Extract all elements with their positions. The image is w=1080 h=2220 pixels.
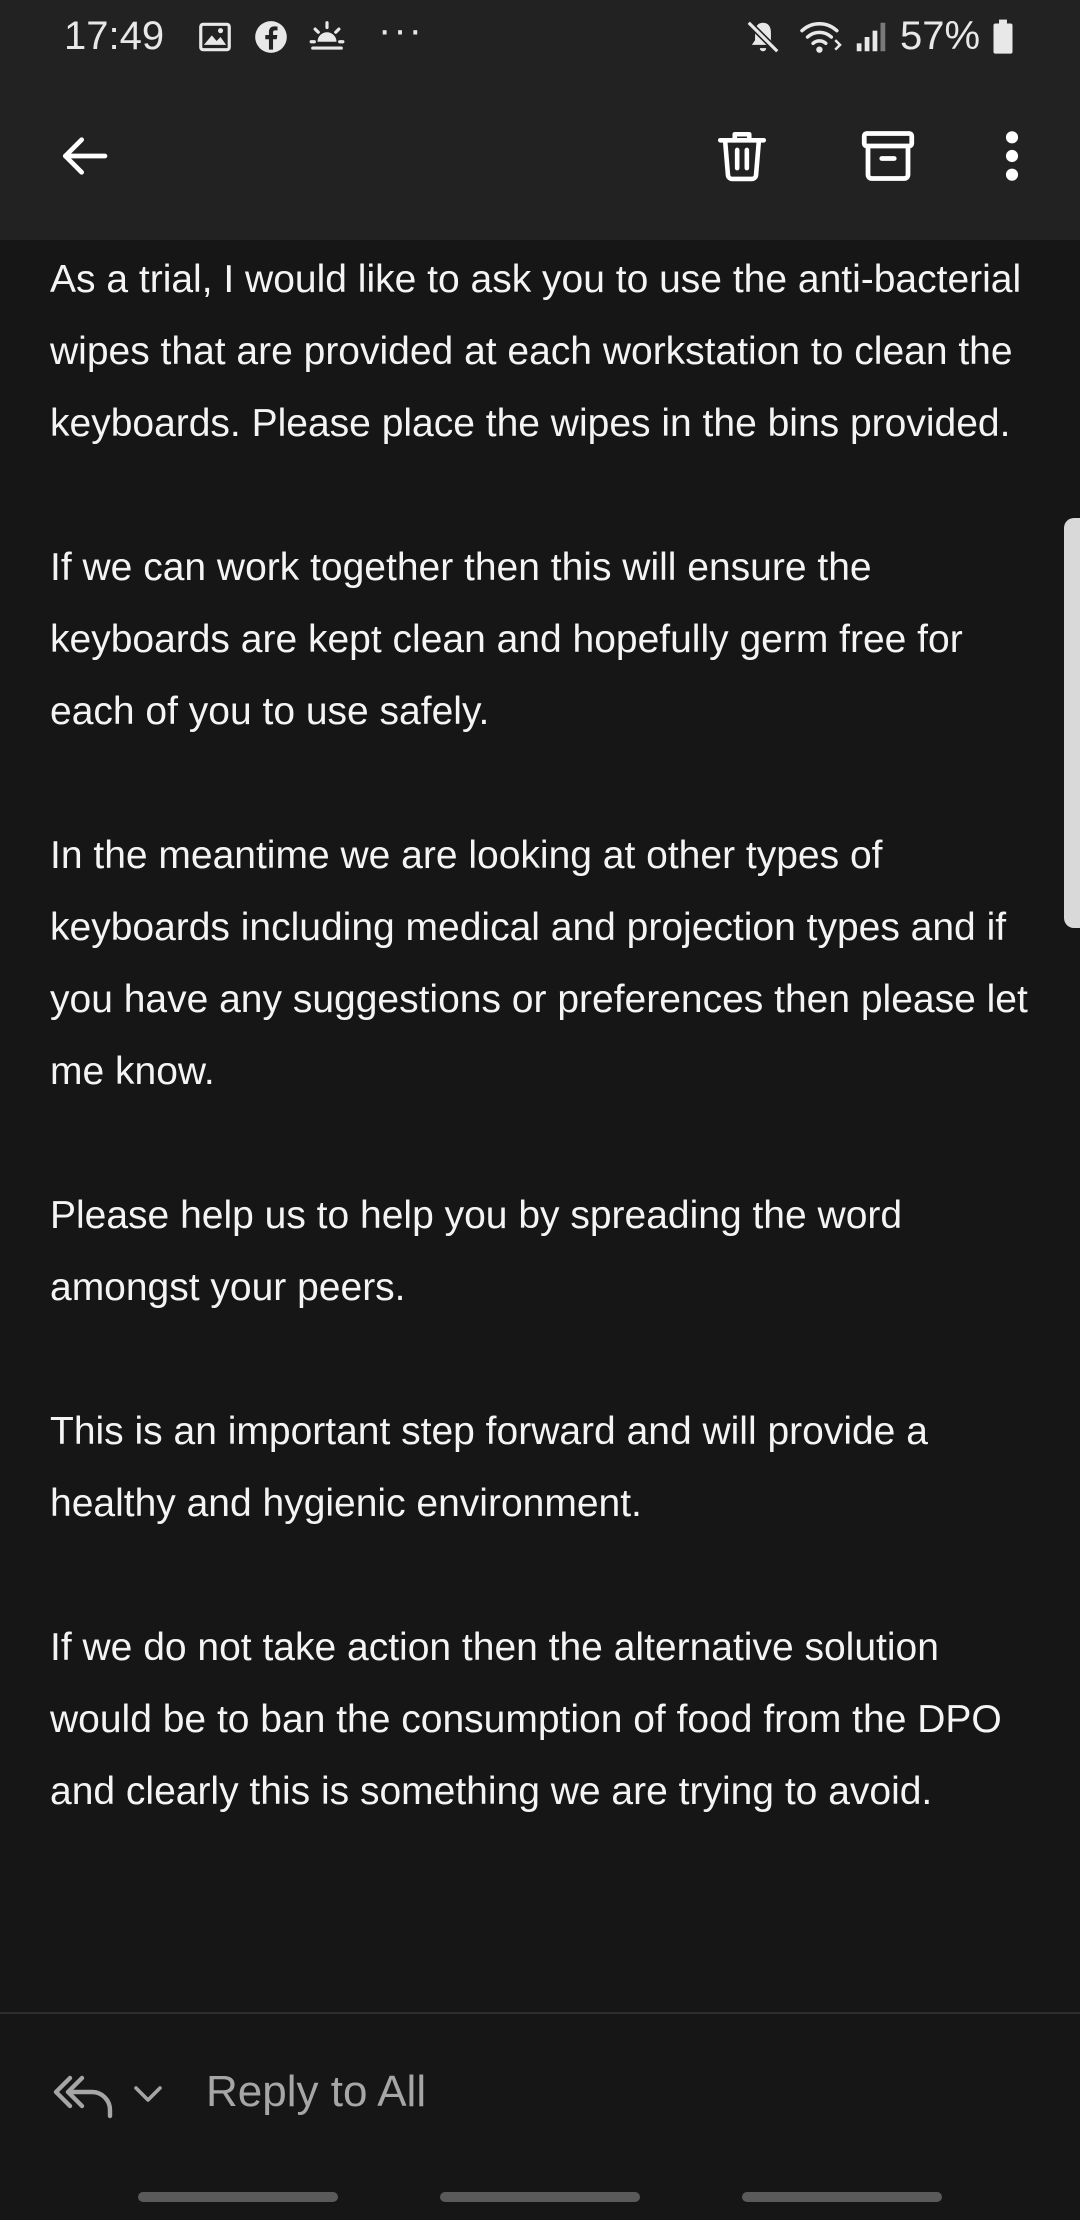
email-body: As a trial, I would like to ask you to u… xyxy=(50,244,1040,1900)
nav-recents-button[interactable] xyxy=(138,2192,338,2202)
more-options-button[interactable] xyxy=(967,110,1057,202)
battery-percent: 57% xyxy=(900,14,981,58)
email-paragraph: As a trial, I would like to ask you to u… xyxy=(50,258,1022,445)
more-vertical-icon xyxy=(1005,131,1019,181)
nav-home-button[interactable] xyxy=(440,2192,640,2202)
reply-all-icon[interactable] xyxy=(52,2070,116,2122)
reply-to-all-button[interactable]: Reply to All xyxy=(206,2064,426,2120)
back-arrow-icon xyxy=(62,137,108,175)
email-paragraph: This is an important step forward and wi… xyxy=(50,1410,928,1525)
reply-bar: Reply to All xyxy=(0,2012,1080,2179)
status-bar: 17:49 ··· 57% xyxy=(0,0,1080,72)
delete-button[interactable] xyxy=(696,110,788,202)
scrollbar-thumb[interactable] xyxy=(1064,518,1080,928)
navigation-bar xyxy=(0,2178,1080,2220)
more-notifications-indicator: ··· xyxy=(378,8,424,52)
gallery-icon xyxy=(196,18,234,56)
chevron-down-icon[interactable] xyxy=(130,2076,166,2112)
email-paragraph: If we do not take action then the altern… xyxy=(50,1626,1002,1813)
email-content[interactable]: As a trial, I would like to ask you to u… xyxy=(0,240,1080,2010)
facebook-icon xyxy=(252,18,290,56)
battery-icon xyxy=(990,18,1016,56)
trash-icon xyxy=(717,131,767,182)
email-paragraph: Please help us to help you by spreading … xyxy=(50,1194,903,1309)
back-button[interactable] xyxy=(38,110,130,202)
wifi-icon xyxy=(798,18,844,56)
archive-button[interactable] xyxy=(842,110,934,202)
mute-icon xyxy=(744,18,782,56)
archive-icon xyxy=(861,131,915,181)
email-paragraph: If we can work together then this will e… xyxy=(50,546,963,733)
email-toolbar xyxy=(0,72,1080,240)
nav-back-button[interactable] xyxy=(742,2192,942,2202)
weather-icon xyxy=(308,18,346,56)
email-paragraph: In the meantime we are looking at other … xyxy=(50,834,1028,1093)
status-time: 17:49 xyxy=(64,14,165,58)
signal-icon xyxy=(852,18,890,56)
